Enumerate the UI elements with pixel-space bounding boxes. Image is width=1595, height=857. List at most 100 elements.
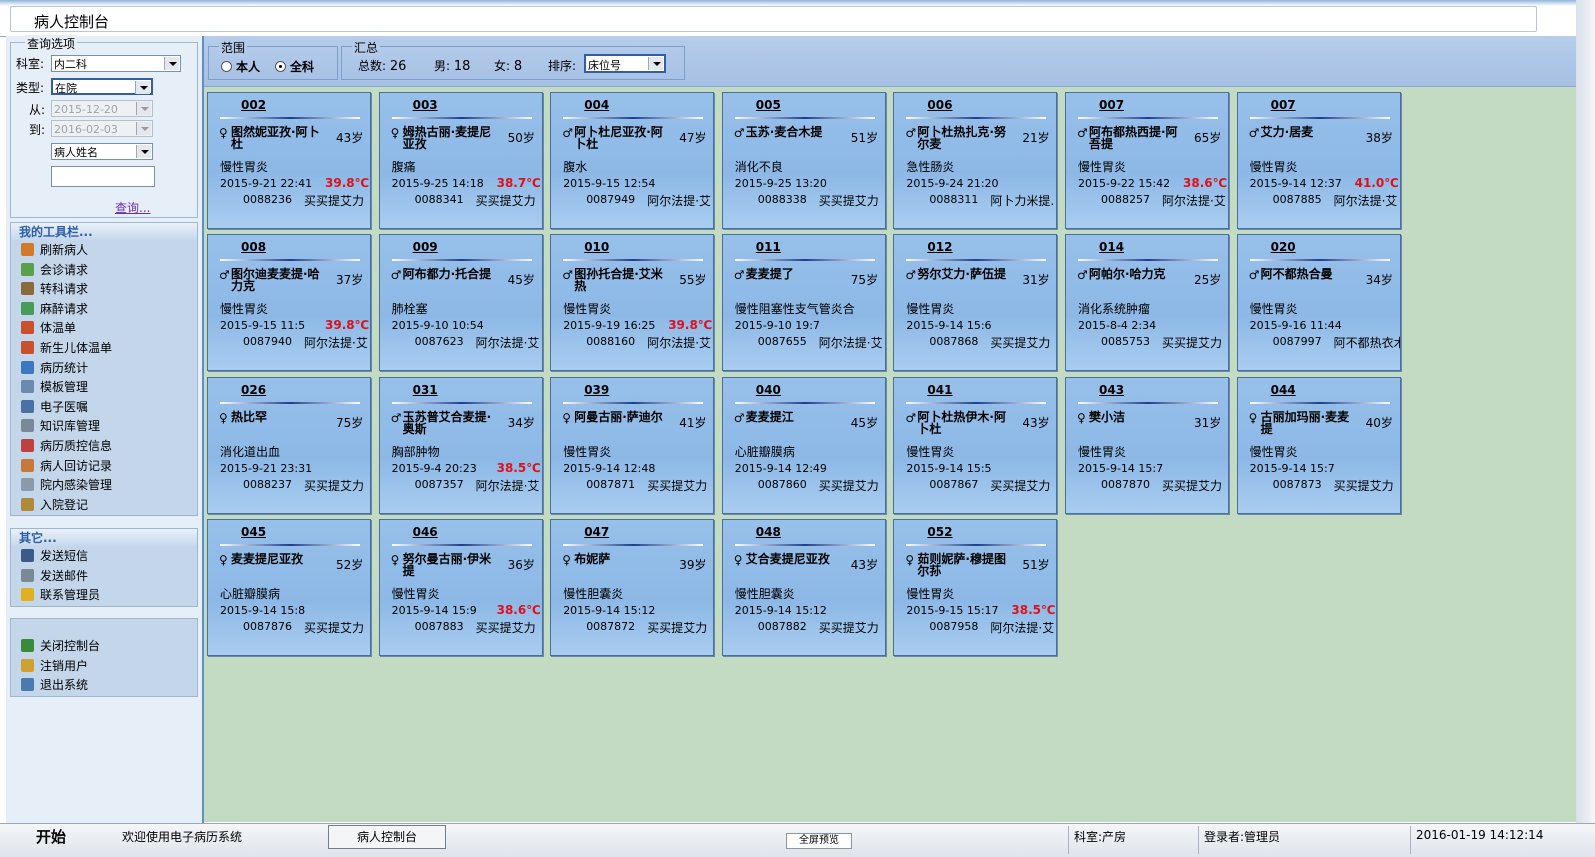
query-link[interactable]: 查询... bbox=[115, 199, 150, 216]
diagnosis: 消化道出血 bbox=[220, 444, 281, 459]
chevron-down-icon[interactable] bbox=[648, 57, 663, 70]
patient-card[interactable]: 052 ♀ 茹则妮萨·穆提图尔荪 51岁 慢性胃炎 2015-9-15 15:17 38.5… bbox=[893, 518, 1058, 656]
bed-number[interactable]: 003 bbox=[413, 98, 438, 112]
menu-item[interactable]: 病历质控信息 bbox=[11, 437, 197, 457]
patient-card[interactable]: 046 ♀ 努尔曼古丽·伊米提 36岁 慢性胃炎 2015-9-14 15:9 38.6℃ 0… bbox=[378, 518, 543, 656]
bed-number[interactable]: 047 bbox=[584, 525, 609, 539]
bed-number[interactable]: 039 bbox=[584, 383, 609, 397]
bed-number[interactable]: 008 bbox=[241, 240, 266, 254]
menu-item[interactable]: 发送短信 bbox=[11, 547, 197, 567]
menu-item[interactable]: 退出系统 bbox=[11, 676, 197, 696]
patient-card[interactable]: 045 ♀ 麦麦提尼亚孜 52岁 心脏瓣膜病 2015-9-14 15:8 0087876 买… bbox=[207, 518, 371, 656]
menu-item[interactable]: 注销用户 bbox=[11, 657, 197, 677]
patient-card[interactable]: 007 ♂ 阿布都热西提·阿吾提 65岁 慢性胃炎 2015-9-22 15:42 38.6… bbox=[1065, 92, 1229, 229]
bed-number[interactable]: 044 bbox=[1271, 383, 1296, 397]
patient-card[interactable]: 012 ♂ 努尔艾力·萨伍提 31岁 慢性胃炎 2015-9-14 15:6 0087868… bbox=[893, 234, 1058, 372]
menu-item[interactable]: 发送邮件 bbox=[11, 567, 197, 587]
menu-item[interactable]: 病人回访记录 bbox=[11, 457, 197, 477]
bed-number[interactable]: 007 bbox=[1271, 98, 1296, 112]
search-field-select[interactable]: 病人姓名 bbox=[51, 143, 153, 160]
patient-card[interactable]: 040 ♂ 麦麦提江 45岁 心脏瓣膜病 2015-9-14 12:49 0087860 买买… bbox=[721, 376, 886, 514]
menu-item[interactable]: 院内感染管理 bbox=[11, 476, 197, 496]
bed-number[interactable]: 006 bbox=[927, 98, 952, 112]
menu-item[interactable]: 知识库管理 bbox=[11, 417, 197, 437]
bed-number[interactable]: 043 bbox=[1099, 383, 1124, 397]
from-date-picker[interactable]: 2015-12-20 bbox=[51, 100, 153, 117]
menu-item[interactable]: 电子医嘱 bbox=[11, 398, 197, 418]
menu-item[interactable]: 麻醉请求 bbox=[11, 300, 197, 320]
bed-number[interactable]: 007 bbox=[1099, 98, 1124, 112]
card-divider bbox=[734, 401, 875, 404]
scope-legend: 范围 bbox=[219, 39, 248, 56]
patient-card[interactable]: 020 ♂ 阿不都热合曼 34岁 慢性胃炎 2015-9-16 11:44 0087997 阿… bbox=[1236, 234, 1401, 372]
patient-card[interactable]: 007 ♂ 艾力·居麦 38岁 慢性胃炎 2015-9-14 12:37 41.0℃ 0087… bbox=[1236, 92, 1401, 229]
bed-number[interactable]: 002 bbox=[241, 98, 266, 112]
type-label: 类型: bbox=[16, 81, 45, 95]
patient-age: 31岁 bbox=[1194, 415, 1222, 430]
patient-card[interactable]: 031 ♂ 玉苏普艾合麦提·奥斯 34岁 胸部肿物 2015-9-4 20:23 38.5℃… bbox=[378, 376, 543, 514]
patient-card[interactable]: 011 ♂ 麦麦提了 75岁 慢性阻塞性支气管炎合 2015-9-10 19:7 00876… bbox=[721, 234, 886, 372]
patient-card[interactable]: 010 ♂ 图孙托合提·艾米热 55岁 慢性胃炎 2015-9-19 16:25 39.8℃… bbox=[550, 234, 715, 372]
menu-item[interactable]: 关闭控制台 bbox=[11, 637, 197, 657]
temperature: 38.5℃ bbox=[1011, 602, 1056, 617]
bed-number[interactable]: 045 bbox=[241, 525, 266, 539]
sort-select[interactable]: 床位号 bbox=[584, 54, 666, 73]
chevron-down-icon[interactable] bbox=[136, 145, 151, 158]
menu-item[interactable]: 新生儿体温单 bbox=[11, 339, 197, 359]
bed-number[interactable]: 011 bbox=[756, 240, 781, 254]
patient-card[interactable]: 043 ♀ 樊小洁 31岁 慢性胃炎 2015-9-14 15:7 0087870 买买提艾力 bbox=[1065, 376, 1229, 514]
admission-time: 2015-9-4 20:23 bbox=[391, 461, 477, 475]
dept-select[interactable]: 内二科 bbox=[51, 55, 181, 72]
patient-card[interactable]: 006 ♂ 阿卜杜热扎克·努尔麦 21岁 急性肠炎 2015-9-24 21:20 0088… bbox=[893, 92, 1058, 229]
patient-age: 41岁 bbox=[679, 415, 707, 430]
menu-item[interactable]: 入院登记 bbox=[11, 496, 197, 516]
bed-number[interactable]: 004 bbox=[584, 98, 609, 112]
scope-self-radio[interactable]: 本人 bbox=[221, 58, 260, 75]
bed-number[interactable]: 026 bbox=[241, 383, 266, 397]
chevron-down-icon[interactable] bbox=[164, 57, 179, 70]
chevron-down-icon[interactable] bbox=[136, 102, 151, 115]
patient-card[interactable]: 003 ♀ 姆热古丽·麦提尼亚孜 50岁 腹痛 2015-9-25 14:18 38.7℃ 0… bbox=[378, 92, 543, 229]
patient-card[interactable]: 005 ♂ 玉苏·麦合木提 51岁 消化不良 2015-9-25 13:20 0088338… bbox=[721, 92, 886, 229]
menu-item[interactable]: 转科请求 bbox=[11, 280, 197, 300]
menu-item[interactable]: 会诊请求 bbox=[11, 261, 197, 281]
patient-card[interactable]: 041 ♂ 阿卜杜热伊木·阿卜杜 43岁 慢性胃炎 2015-9-14 15:5 00878… bbox=[893, 376, 1058, 514]
to-date-picker[interactable]: 2016-02-03 bbox=[51, 120, 153, 137]
taskbar-tab-patient-console[interactable]: 病人控制台 bbox=[328, 825, 446, 849]
bed-number[interactable]: 010 bbox=[584, 240, 609, 254]
bed-number[interactable]: 020 bbox=[1271, 240, 1296, 254]
type-select[interactable]: 在院 bbox=[51, 78, 153, 95]
patient-card[interactable]: 044 ♀ 古丽加玛丽·麦麦提 40岁 慢性胃炎 2015-9-14 15:7 008787… bbox=[1236, 376, 1401, 514]
bed-number[interactable]: 014 bbox=[1099, 240, 1124, 254]
patient-card[interactable]: 039 ♀ 阿曼古丽·萨迪尔 41岁 慢性胃炎 2015-9-14 12:48 008787… bbox=[550, 376, 715, 514]
bed-number[interactable]: 041 bbox=[927, 383, 952, 397]
menu-item[interactable]: 体温单 bbox=[11, 319, 197, 339]
bed-number[interactable]: 048 bbox=[756, 525, 781, 539]
scope-all-radio[interactable]: 全科 bbox=[275, 58, 314, 75]
bed-number[interactable]: 040 bbox=[756, 383, 781, 397]
chevron-down-icon[interactable] bbox=[135, 81, 150, 94]
patient-card[interactable]: 047 ♀ 布妮萨 39岁 慢性胆囊炎 2015-9-14 15:12 0087872 买买提… bbox=[550, 518, 715, 656]
patient-card[interactable]: 008 ♂ 图尔迪麦麦提·哈力克 37岁 慢性胃炎 2015-9-15 11:5 39.8℃… bbox=[207, 234, 371, 372]
bed-number[interactable]: 012 bbox=[927, 240, 952, 254]
patient-card[interactable]: 009 ♂ 阿布都力·托合提 45岁 肺栓塞 2015-9-10 10:54 0087623… bbox=[378, 234, 543, 372]
menu-item[interactable]: 模板管理 bbox=[11, 378, 197, 398]
fullscreen-preview-button[interactable]: 全屏预览 bbox=[786, 833, 852, 849]
menu-item[interactable]: 刷新病人 bbox=[11, 241, 197, 261]
bed-number[interactable]: 005 bbox=[756, 98, 781, 112]
menu-item[interactable]: 病历统计 bbox=[11, 359, 197, 379]
bed-number[interactable]: 052 bbox=[927, 525, 952, 539]
patient-card[interactable]: 002 ♀ 图然妮亚孜·阿卜杜 43岁 慢性胃炎 2015-9-21 22:41 39.8℃… bbox=[207, 92, 371, 229]
window-right-edge bbox=[1576, 0, 1595, 856]
patient-card[interactable]: 014 ♂ 阿帕尔·哈力克 25岁 消化系统肿瘤 2015-8-4 2:34 0085753… bbox=[1065, 234, 1229, 372]
search-input[interactable] bbox=[51, 166, 155, 187]
patient-card[interactable]: 026 ♀ 热比罕 75岁 消化道出血 2015-9-21 23:31 0088237 买买提… bbox=[207, 376, 371, 514]
menu-item[interactable]: 联系管理员 bbox=[11, 586, 197, 606]
bed-number[interactable]: 009 bbox=[413, 240, 438, 254]
chevron-down-icon[interactable] bbox=[136, 122, 151, 135]
patient-card[interactable]: 048 ♀ 艾合麦提尼亚孜 43岁 慢性胆囊炎 2015-9-14 15:12 008788… bbox=[721, 518, 886, 656]
bed-number[interactable]: 046 bbox=[413, 525, 438, 539]
start-button[interactable]: 开始 bbox=[36, 826, 66, 847]
bed-number[interactable]: 031 bbox=[413, 383, 438, 397]
patient-card[interactable]: 004 ♂ 阿卜杜尼亚孜·阿卜杜 47岁 腹水 2015-9-15 12:54 008794… bbox=[550, 92, 715, 229]
